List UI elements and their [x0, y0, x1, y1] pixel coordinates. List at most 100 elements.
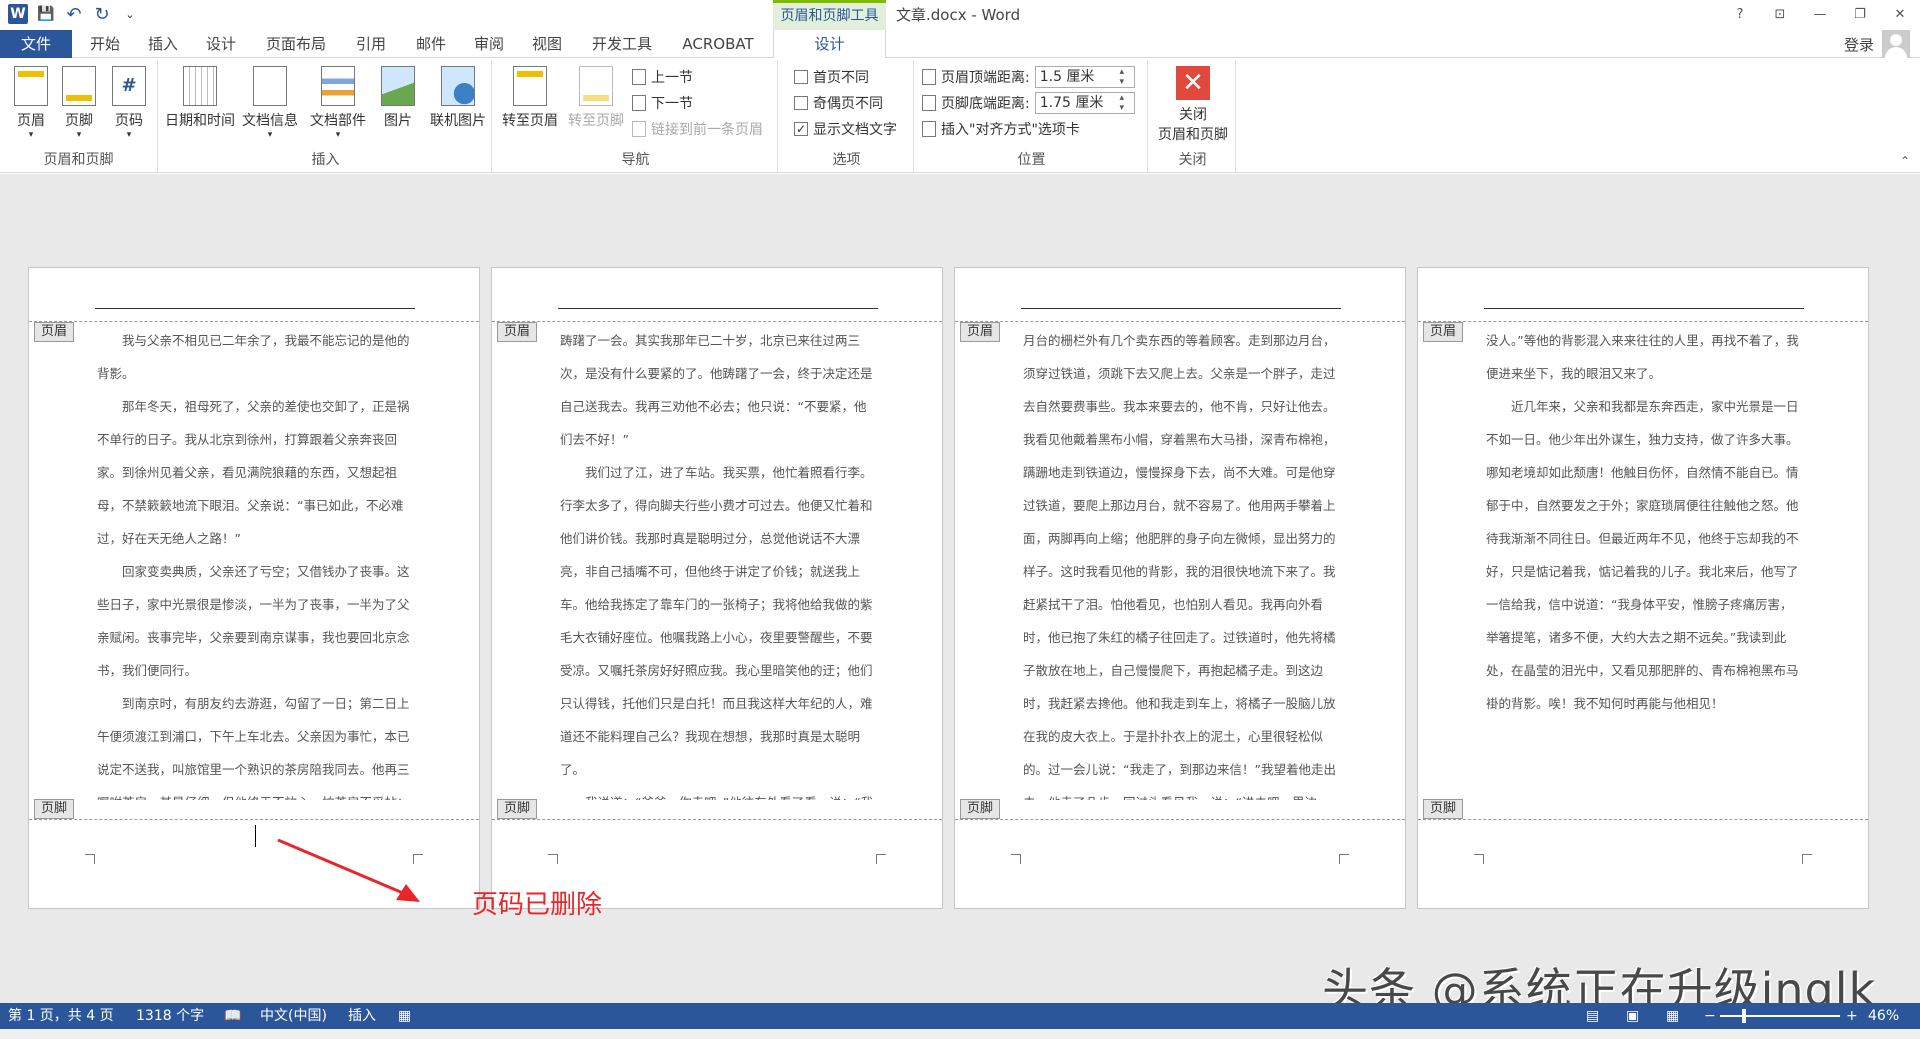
- page-body[interactable]: 踌躇了一会。其实我那年已二十岁，北京已来往过两三次，是没有什么要紧的了。他踌躇了…: [560, 324, 878, 800]
- page-4[interactable]: 页眉 没人。”等他的背影混入来来往往的人里，再找不着了，我便进来坐下，我的眼泪又…: [1417, 267, 1869, 909]
- document-info-button[interactable]: 文档信息 ▾: [240, 66, 300, 146]
- quick-parts-button[interactable]: 文档部件 ▾: [308, 66, 368, 146]
- web-layout-icon[interactable]: ▦: [1666, 1003, 1679, 1029]
- login-link[interactable]: 登录: [1844, 34, 1874, 55]
- page-count-status[interactable]: 第 1 页，共 4 页: [8, 1003, 114, 1029]
- redo-icon[interactable]: ↻: [92, 4, 112, 25]
- different-odd-even-label: 奇偶页不同: [813, 96, 883, 112]
- previous-section-button[interactable]: 上一节: [632, 66, 693, 88]
- tab-insert[interactable]: 插入: [138, 30, 188, 58]
- crop-mark: [548, 854, 558, 864]
- document-canvas[interactable]: 页眉 我与父亲不相见已二年余了，我最不能忘记的是他的背影。 那年冬天，祖母死了，…: [0, 174, 1920, 1017]
- header-top-input[interactable]: 1.5 厘米: [1034, 66, 1135, 88]
- zoom-level[interactable]: 46%: [1868, 1003, 1899, 1029]
- group-insert: 日期和时间 文档信息 ▾ 文档部件 ▾ 图片 联机图片 插入: [160, 60, 492, 172]
- different-first-page-checkbox[interactable]: 首页不同: [794, 66, 869, 88]
- goto-header-button[interactable]: 转至页眉: [498, 66, 562, 146]
- header-tag: 页眉: [960, 322, 1001, 342]
- header-tag: 页眉: [34, 322, 75, 342]
- show-document-text-checkbox[interactable]: ✓ 显示文档文字: [794, 118, 897, 140]
- group-label-close: 关闭: [1178, 152, 1207, 168]
- close-header-footer-button[interactable]: ✕ 关闭 页眉和页脚: [1152, 66, 1234, 146]
- footer-bottom-distance: 页脚底端距离: 1.75 厘米: [922, 92, 1135, 114]
- picture-label: 图片: [384, 113, 412, 129]
- page-body[interactable]: 月台的栅栏外有几个卖东西的等着顾客。走到那边月台，须穿过铁道，须跳下去又爬上去。…: [1023, 324, 1341, 800]
- picture-button[interactable]: 图片: [372, 66, 424, 146]
- online-picture-button[interactable]: 联机图片: [426, 66, 490, 146]
- footer-tag: 页脚: [34, 799, 75, 819]
- language-status[interactable]: 中文(中国): [260, 1003, 327, 1029]
- goto-footer-label: 转至页脚: [568, 113, 624, 129]
- close-window-button[interactable]: ✕: [1880, 0, 1920, 28]
- dropdown-arrow-icon: ▾: [28, 130, 34, 140]
- insert-mode-status[interactable]: 插入: [348, 1003, 376, 1029]
- insert-alignment-tab-button[interactable]: 插入"对齐方式"选项卡: [922, 118, 1080, 140]
- tab-review[interactable]: 审阅: [464, 30, 514, 58]
- tab-view[interactable]: 视图: [522, 30, 572, 58]
- header-position-icon: [922, 69, 936, 85]
- paragraph: 踌躇了一会。其实我那年已二十岁，北京已来往过两三次，是没有什么要紧的了。他踌躇了…: [560, 333, 873, 447]
- zoom-out-button[interactable]: −: [1704, 1003, 1716, 1029]
- save-icon[interactable]: 💾: [36, 4, 56, 24]
- paragraph: 我们过了江，进了车站。我买票，他忙着照看行李。行李太多了，得向脚夫行些小费才可过…: [560, 465, 873, 777]
- ribbon-tabs: 文件 开始 插入 设计 页面布局 引用 邮件 审阅 视图 开发工具 ACROBA…: [0, 30, 1920, 59]
- page-body[interactable]: 没人。”等他的背影混入来来往往的人里，再找不着了，我便进来坐下，我的眼泪又来了。…: [1486, 324, 1804, 800]
- minimize-button[interactable]: —: [1800, 0, 1840, 28]
- tab-home[interactable]: 开始: [80, 30, 130, 58]
- quick-parts-icon: [321, 66, 355, 106]
- print-layout-icon[interactable]: ▣: [1626, 1003, 1639, 1029]
- avatar[interactable]: [1882, 30, 1910, 58]
- customize-qat-icon[interactable]: ⌄: [120, 4, 140, 24]
- header-top-label: 页眉顶端距离:: [941, 70, 1030, 86]
- zoom-in-button[interactable]: +: [1846, 1003, 1858, 1029]
- checkbox-checked: ✓: [794, 122, 808, 136]
- page-2[interactable]: 页眉 踌躇了一会。其实我那年已二十岁，北京已来往过两三次，是没有什么要紧的了。他…: [491, 267, 943, 909]
- next-section-button[interactable]: 下一节: [632, 92, 693, 114]
- tab-mailings[interactable]: 邮件: [406, 30, 456, 58]
- proofing-icon[interactable]: 📖: [224, 1003, 241, 1029]
- ribbon-display-options-button[interactable]: ⊡: [1760, 0, 1800, 28]
- read-mode-icon[interactable]: ▤: [1586, 1003, 1599, 1029]
- different-odd-even-checkbox[interactable]: 奇偶页不同: [794, 92, 883, 114]
- document-info-icon: [253, 66, 287, 106]
- page-body[interactable]: 我与父亲不相见已二年余了，我最不能忘记的是他的背影。 那年冬天，祖母死了，父亲的…: [97, 324, 415, 800]
- page-3[interactable]: 页眉 月台的栅栏外有几个卖东西的等着顾客。走到那边月台，须穿过铁道，须跳下去又爬…: [954, 267, 1406, 909]
- close-icon: ✕: [1176, 66, 1210, 100]
- goto-footer-button[interactable]: 转至页脚: [564, 66, 628, 146]
- zoom-slider[interactable]: [1720, 1015, 1840, 1017]
- group-position: 页眉顶端距离: 1.5 厘米 页脚底端距离: 1.75 厘米 插入"对齐方式"选…: [916, 60, 1148, 172]
- footer-bottom-input[interactable]: 1.75 厘米: [1034, 92, 1135, 114]
- macro-recording-icon[interactable]: ▦: [398, 1003, 411, 1029]
- quick-access-toolbar: W 💾 ↶ ↻ ⌄: [8, 4, 140, 25]
- group-label-header-footer: 页眉和页脚: [43, 152, 114, 168]
- help-button[interactable]: ?: [1720, 0, 1760, 28]
- footer-separator: [492, 819, 942, 820]
- checkbox-unchecked: [794, 96, 808, 110]
- tab-header-footer-design[interactable]: 设计: [773, 30, 886, 59]
- date-time-button[interactable]: 日期和时间: [164, 66, 236, 146]
- page-number-label: 页码: [115, 113, 143, 129]
- link-to-previous-button[interactable]: 链接到前一条页眉: [632, 118, 763, 140]
- word-app-icon[interactable]: W: [8, 4, 28, 24]
- undo-icon[interactable]: ↶: [64, 4, 84, 25]
- page-number-button[interactable]: # 页码 ▾: [102, 66, 156, 146]
- tab-page-layout[interactable]: 页面布局: [258, 30, 334, 58]
- footer-button[interactable]: 页脚 ▾: [52, 66, 106, 146]
- tab-acrobat[interactable]: ACROBAT: [672, 30, 764, 58]
- account-area: 登录: [1844, 30, 1910, 58]
- footer-tag: 页脚: [1423, 799, 1464, 819]
- tab-file[interactable]: 文件: [0, 30, 72, 58]
- close-label-line1: 关闭: [1179, 107, 1207, 123]
- quick-parts-label: 文档部件: [310, 113, 366, 129]
- tab-references[interactable]: 引用: [346, 30, 396, 58]
- header-button[interactable]: 页眉 ▾: [4, 66, 58, 146]
- page-1[interactable]: 页眉 我与父亲不相见已二年余了，我最不能忘记的是他的背影。 那年冬天，祖母死了，…: [28, 267, 480, 909]
- maximize-button[interactable]: ❐: [1840, 0, 1880, 28]
- word-count-status[interactable]: 1318 个字: [136, 1003, 204, 1029]
- header-top-distance: 页眉顶端距离: 1.5 厘米: [922, 66, 1135, 88]
- tab-developer[interactable]: 开发工具: [582, 30, 662, 58]
- tab-design[interactable]: 设计: [196, 30, 246, 58]
- taskbar-strip: [0, 1029, 1920, 1039]
- zoom-slider-knob[interactable]: [1742, 1009, 1746, 1023]
- collapse-ribbon-icon[interactable]: ⌃: [1900, 154, 1910, 168]
